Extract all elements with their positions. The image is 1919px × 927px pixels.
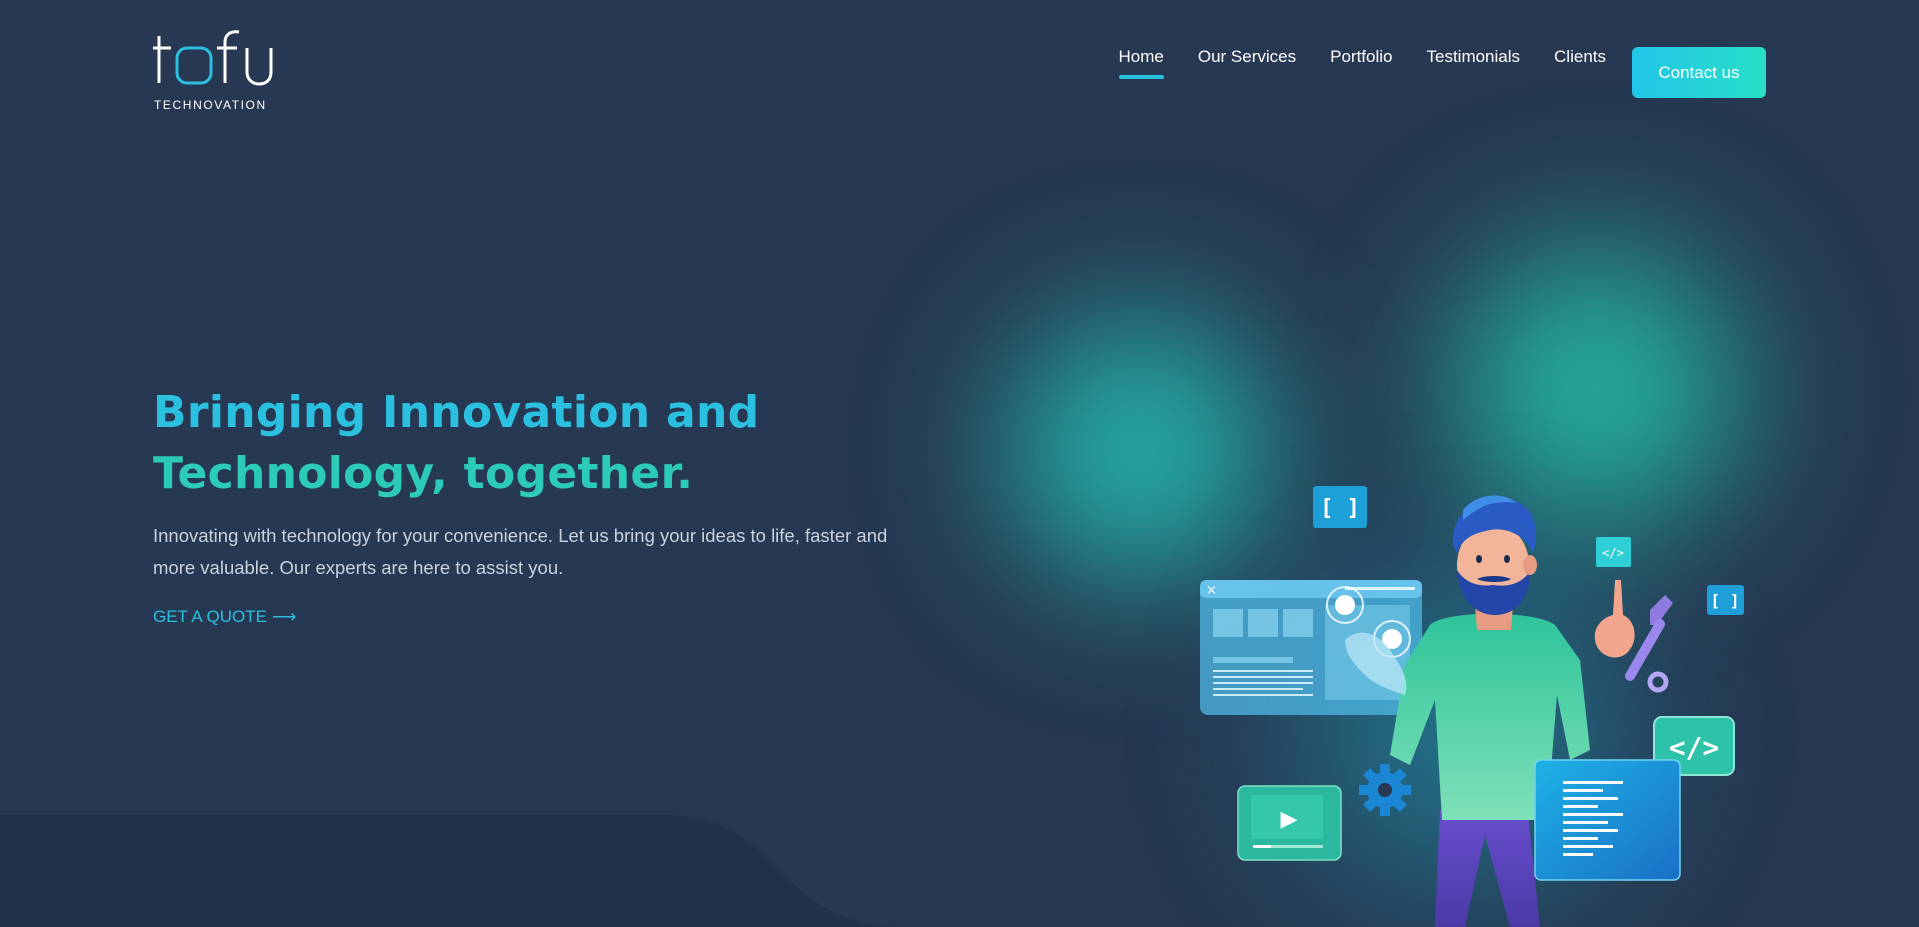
nav-item-home[interactable]: Home <box>1118 47 1165 79</box>
nav-item-portfolio[interactable]: Portfolio <box>1330 47 1392 71</box>
developer-illustration: × [ ] [ ] </> </> ▶ <box>1200 486 1744 927</box>
arrow-right-icon: ⟶ <box>272 607 297 626</box>
svg-text:[ ]: [ ] <box>1320 496 1360 521</box>
hero-title-line-2: Technology, together. <box>153 448 694 499</box>
bracket-badge-small: [ ] <box>1707 585 1744 615</box>
gear-icon <box>1359 764 1411 816</box>
hero-description: Innovating with technology for your conv… <box>153 525 888 578</box>
browser-window-panel: × <box>1200 580 1422 715</box>
get-a-quote-link[interactable]: GET A QUOTE ⟶ <box>153 607 296 627</box>
svg-text:[ ]: [ ] <box>1711 591 1740 610</box>
bracket-badge-large: [ ] <box>1313 486 1367 528</box>
nav-item-testimonials[interactable]: Testimonials <box>1426 47 1520 71</box>
get-a-quote-label: GET A QUOTE <box>153 607 267 626</box>
hero-title: Bringing Innovation and Technology, toge… <box>153 382 913 504</box>
play-icon: ▶ <box>1281 807 1298 832</box>
video-player-panel: ▶ <box>1237 785 1342 861</box>
code-document-panel <box>1534 759 1681 881</box>
hero-title-line-1: Bringing Innovation and <box>153 387 760 438</box>
logo-wordmark <box>153 30 273 86</box>
contact-us-button[interactable]: Contact us <box>1632 47 1766 98</box>
svg-text:</>: </> <box>1669 731 1720 764</box>
nav-item-clients[interactable]: Clients <box>1554 47 1606 71</box>
close-icon: × <box>1206 583 1217 598</box>
code-badge-small: </> <box>1596 537 1631 567</box>
svg-text:</>: </> <box>1602 546 1624 560</box>
nav-item-our-services[interactable]: Our Services <box>1198 47 1296 71</box>
logo-tagline: TECHNOVATION <box>154 98 267 112</box>
logo[interactable]: TECHNOVATION <box>153 28 283 114</box>
main-nav: Home Our Services Portfolio Testimonials… <box>1085 47 1606 79</box>
